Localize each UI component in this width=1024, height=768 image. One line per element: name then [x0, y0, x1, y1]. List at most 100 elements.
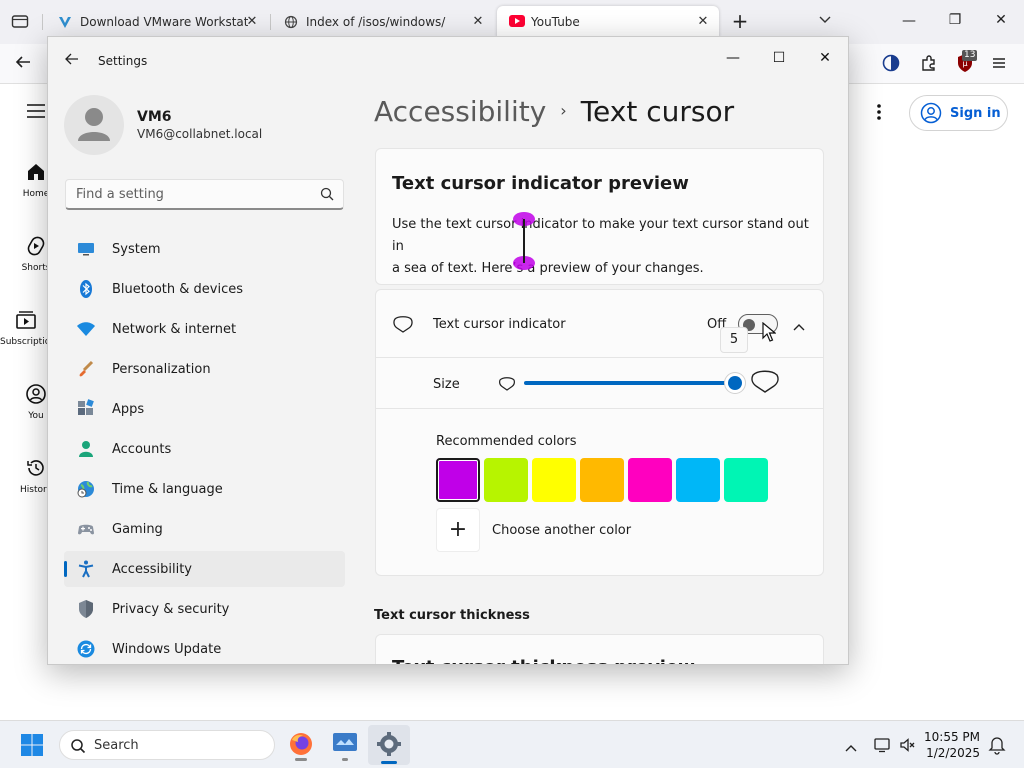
close-tab-icon[interactable]: ✕ [470, 14, 486, 30]
home-icon [28, 164, 44, 180]
sign-in-button[interactable]: Sign in [909, 95, 1008, 131]
tab-label: Download VMware Workstation [80, 15, 248, 29]
breadcrumb-parent[interactable]: Accessibility [374, 95, 546, 128]
color-swatch-yellow[interactable] [532, 458, 576, 502]
collapse-chevron-up-icon[interactable] [792, 317, 808, 333]
brush-icon [79, 360, 94, 377]
firefox-taskbar-icon[interactable] [288, 731, 314, 761]
browser-close-button[interactable]: ✕ [987, 12, 1015, 30]
tab-separator [270, 14, 271, 30]
you-icon [26, 384, 46, 404]
text-cursor-indicator-label: Text cursor indicator [433, 317, 566, 332]
tab-separator [42, 14, 43, 30]
sidebar-item-system[interactable]: System [64, 231, 345, 267]
sidebar-item-windows-update[interactable]: Windows Update [64, 631, 345, 664]
show-hidden-icons-chevron-up-icon[interactable] [844, 738, 858, 752]
breadcrumb: Accessibility › Text cursor [374, 95, 734, 128]
tab-youtube[interactable]: YouTube ✕ [497, 6, 719, 38]
vmware-favicon-icon [58, 15, 72, 29]
settings-taskbar-icon[interactable] [368, 725, 410, 765]
browser-restore-button[interactable]: ❐ [941, 12, 969, 30]
network-status-icon[interactable] [873, 736, 891, 754]
clock-time: 10:55 PM [924, 730, 980, 744]
back-arrow-icon[interactable] [64, 51, 84, 71]
browser-minimize-button[interactable]: — [895, 13, 923, 31]
bluetooth-icon [80, 280, 92, 298]
accessibility-icon [78, 560, 94, 578]
text-cursor-indicator-preview-icon [513, 212, 535, 270]
choose-another-color-button[interactable]: + Choose another color [436, 508, 696, 552]
maximize-button[interactable]: ☐ [756, 43, 802, 73]
yt-sidebar-subscriptions[interactable]: Subscriptions [0, 309, 52, 347]
close-button[interactable]: ✕ [802, 43, 848, 73]
shield-icon [79, 600, 93, 618]
sidebar-item-gaming[interactable]: Gaming [64, 511, 345, 547]
search-icon [71, 739, 86, 754]
minimize-button[interactable]: — [710, 43, 756, 73]
small-indicator-icon [499, 377, 515, 391]
new-tab-icon[interactable]: + [730, 11, 750, 31]
hamburger-menu-icon[interactable] [990, 56, 1008, 72]
youtube-menu-icon[interactable] [26, 103, 46, 121]
color-swatch-mint[interactable] [724, 458, 768, 502]
account-circle-icon [920, 102, 942, 124]
volume-muted-icon[interactable] [899, 736, 917, 754]
size-slider-thumb[interactable] [728, 376, 742, 390]
contrast-extension-icon[interactable] [881, 54, 901, 74]
color-swatch-lime[interactable] [484, 458, 528, 502]
large-indicator-icon [751, 370, 779, 393]
find-setting-search-box[interactable] [65, 179, 344, 210]
back-arrow-icon[interactable] [12, 54, 34, 74]
globe-clock-icon [77, 481, 94, 498]
search-input[interactable] [66, 180, 306, 208]
sidebar-item-accessibility[interactable]: Accessibility [64, 551, 345, 587]
divider [375, 357, 824, 358]
sidebar-item-personalization[interactable]: Personalization [64, 351, 345, 387]
globe-favicon-icon [284, 15, 298, 29]
tab-label: YouTube [531, 15, 580, 29]
sidebar-item-apps[interactable]: Apps [64, 391, 345, 427]
tab-vmware[interactable]: Download VMware Workstation ✕ [46, 6, 268, 38]
sidebar-item-accounts[interactable]: Accounts [64, 431, 345, 467]
sidebar-item-bluetooth[interactable]: Bluetooth & devices [64, 271, 345, 307]
vmware-taskbar-icon[interactable] [332, 731, 358, 761]
color-swatch-orange[interactable] [580, 458, 624, 502]
shorts-icon [27, 236, 45, 256]
gamepad-icon [78, 524, 94, 535]
taskbar-clock[interactable]: 10:55 PM 1/2/2025 [924, 729, 980, 761]
preview-text: Use the text cursor indicator to make yo… [392, 217, 809, 276]
apps-icon [78, 399, 94, 415]
thickness-preview-title: Text cursor thickness preview [392, 657, 695, 664]
preview-card: Text cursor indicator preview Use the te… [375, 148, 824, 285]
tab-list-icon[interactable] [10, 13, 30, 31]
more-options-icon[interactable] [876, 103, 884, 123]
chevron-down-icon[interactable] [815, 12, 835, 32]
tab-index-isos[interactable]: Index of /isos/windows/ ✕ [272, 6, 494, 38]
color-swatch-blue[interactable] [676, 458, 720, 502]
close-tab-icon[interactable]: ✕ [695, 14, 711, 30]
page-title: Text cursor [580, 95, 735, 128]
size-slider-track[interactable] [524, 381, 736, 385]
text-cursor-indicator-icon [393, 316, 413, 333]
user-email: VM6@collabnet.local [137, 127, 263, 141]
divider [375, 408, 824, 409]
ublock-shield-icon[interactable]: μ 13 [954, 50, 978, 76]
sidebar-item-time-language[interactable]: Time & language [64, 471, 345, 507]
extensions-puzzle-icon[interactable] [919, 54, 939, 74]
close-tab-icon[interactable]: ✕ [244, 14, 260, 30]
preview-title: Text cursor indicator preview [392, 173, 689, 194]
youtube-favicon-icon [509, 15, 525, 29]
sidebar-item-privacy-security[interactable]: Privacy & security [64, 591, 345, 627]
taskbar-search-box[interactable]: Search [59, 730, 275, 760]
color-swatch-purple[interactable] [436, 458, 480, 502]
avatar[interactable] [64, 95, 124, 155]
slider-value-tooltip: 5 [720, 327, 748, 353]
sidebar-item-network[interactable]: Network & internet [64, 311, 345, 347]
color-swatch-pink[interactable] [628, 458, 672, 502]
settings-window: Settings — ☐ ✕ VM6 VM6@collabnet.local S… [47, 36, 849, 665]
windows-start-icon[interactable] [20, 733, 44, 757]
subscriptions-icon [16, 311, 36, 329]
recommended-colors-heading: Recommended colors [436, 434, 577, 449]
notification-bell-icon[interactable] [988, 735, 1006, 755]
size-label: Size [433, 377, 460, 392]
